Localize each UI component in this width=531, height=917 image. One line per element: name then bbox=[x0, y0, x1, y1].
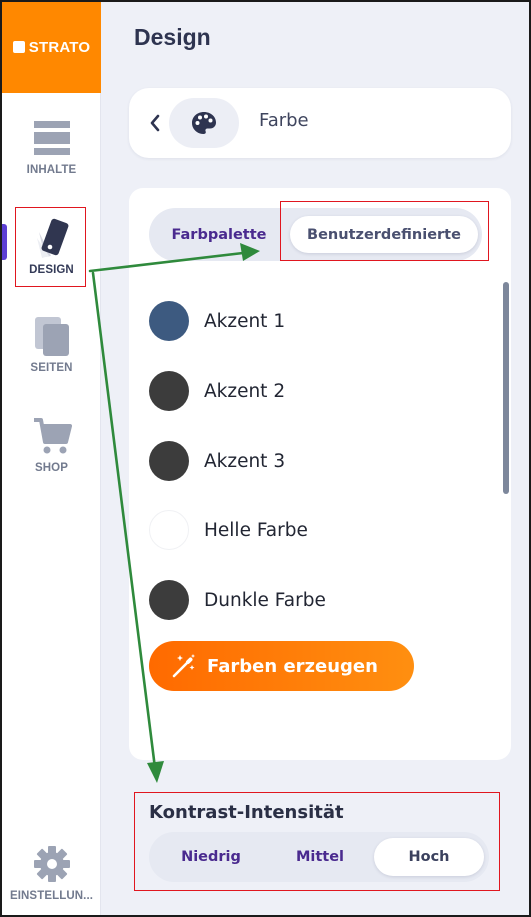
color-label: Akzent 3 bbox=[204, 450, 286, 472]
tab-farbpalette[interactable]: Farbpalette bbox=[153, 216, 285, 253]
sidebar-item-label: EINSTELLUN... bbox=[9, 890, 94, 902]
sidebar-item-seiten[interactable]: SEITEN bbox=[2, 306, 101, 390]
section-title: Farbe bbox=[259, 110, 309, 131]
section-header: Farbe bbox=[129, 88, 511, 158]
sidebar-item-shop[interactable]: SHOP bbox=[2, 406, 101, 490]
sidebar-item-label: SEITEN bbox=[30, 362, 73, 374]
design-swatch-icon bbox=[32, 218, 72, 258]
pages-icon bbox=[32, 316, 72, 356]
sidebar-item-label: DESIGN bbox=[29, 264, 74, 276]
sidebar-item-inhalte[interactable]: INHALTE bbox=[2, 108, 101, 192]
sidebar-item-settings[interactable]: EINSTELLUN... bbox=[2, 834, 101, 915]
brand-logo[interactable]: STRATO bbox=[2, 2, 101, 93]
back-button[interactable] bbox=[145, 110, 165, 136]
color-settings-card: Farbpalette Benutzerdefinierte Akzent 1 … bbox=[129, 188, 511, 760]
strato-logo-icon bbox=[12, 40, 25, 53]
color-swatch[interactable] bbox=[149, 580, 189, 620]
cart-icon bbox=[32, 416, 72, 456]
color-item-akzent-3[interactable]: Akzent 3 bbox=[149, 441, 469, 481]
color-swatch[interactable] bbox=[149, 371, 189, 411]
color-label: Akzent 1 bbox=[204, 310, 286, 332]
contrast-option-mittel[interactable]: Mittel bbox=[262, 838, 378, 876]
contrast-selector: Niedrig Mittel Hoch bbox=[149, 832, 489, 882]
tab-benutzerdefinierte[interactable]: Benutzerdefinierte bbox=[290, 216, 478, 253]
color-swatch[interactable] bbox=[149, 301, 189, 341]
contrast-option-hoch[interactable]: Hoch bbox=[374, 838, 484, 876]
magic-wand-icon bbox=[172, 654, 195, 678]
color-label: Akzent 2 bbox=[204, 380, 286, 402]
color-item-helle-farbe[interactable]: Helle Farbe bbox=[149, 510, 469, 550]
color-label: Dunkle Farbe bbox=[204, 589, 326, 611]
contrast-option-niedrig[interactable]: Niedrig bbox=[153, 838, 269, 876]
content-icon bbox=[32, 118, 72, 158]
palette-button[interactable] bbox=[169, 98, 239, 148]
page-title: Design bbox=[134, 24, 211, 50]
generate-colors-button[interactable]: Farben erzeugen bbox=[149, 641, 414, 691]
color-item-akzent-2[interactable]: Akzent 2 bbox=[149, 371, 469, 411]
color-swatch[interactable] bbox=[149, 510, 189, 550]
sidebar-item-label: INHALTE bbox=[26, 164, 77, 176]
palette-icon bbox=[192, 112, 216, 134]
sidebar-item-label: SHOP bbox=[35, 462, 68, 474]
brand-name: STRATO bbox=[28, 39, 91, 56]
generate-colors-label: Farben erzeugen bbox=[207, 655, 378, 677]
color-swatch[interactable] bbox=[149, 441, 189, 481]
scrollbar[interactable] bbox=[503, 282, 509, 494]
color-item-dunkle-farbe[interactable]: Dunkle Farbe bbox=[149, 580, 469, 620]
sidebar: STRATO INHALTE DESIGN SEITEN SHOP EINSTE… bbox=[2, 2, 101, 915]
palette-tabs: Farbpalette Benutzerdefinierte bbox=[149, 208, 482, 261]
chevron-left-icon bbox=[150, 114, 160, 132]
gear-icon bbox=[32, 844, 72, 884]
app-frame: STRATO INHALTE DESIGN SEITEN SHOP EINSTE… bbox=[0, 0, 531, 917]
color-item-akzent-1[interactable]: Akzent 1 bbox=[149, 301, 469, 341]
contrast-title: Kontrast-Intensität bbox=[149, 802, 344, 823]
color-label: Helle Farbe bbox=[204, 519, 308, 541]
sidebar-item-design[interactable]: DESIGN bbox=[2, 208, 101, 292]
